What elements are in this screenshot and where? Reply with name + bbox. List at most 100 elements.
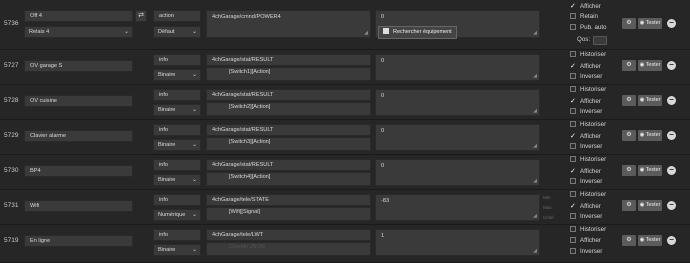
check-historiser[interactable]: Historiser bbox=[570, 51, 606, 58]
test-button[interactable]: ◉ Tester bbox=[638, 60, 662, 71]
check-inverser[interactable]: Inverser bbox=[570, 248, 602, 255]
check-historiser[interactable]: Historiser bbox=[570, 226, 606, 233]
command-subtype-select[interactable]: Binaire ⌄ bbox=[153, 104, 201, 116]
command-name-input[interactable]: En ligne bbox=[24, 235, 133, 247]
unit-input[interactable]: Unité bbox=[543, 215, 561, 225]
command-type-input[interactable]: info bbox=[153, 54, 201, 66]
check-inverser[interactable]: Inverser bbox=[570, 108, 602, 115]
command-type-input[interactable]: info bbox=[153, 159, 201, 171]
qos-input[interactable] bbox=[593, 36, 607, 45]
checkbox[interactable] bbox=[570, 248, 576, 254]
command-subtype-select[interactable]: Numérique ⌄ bbox=[153, 209, 201, 221]
configure-button[interactable]: ⚙ bbox=[622, 130, 636, 141]
command-value-textarea[interactable]: 0 ◢ bbox=[375, 54, 540, 81]
command-name-input[interactable]: Off 4 bbox=[24, 10, 133, 22]
command-name-input[interactable]: Clavier alarme bbox=[24, 130, 133, 142]
command-topic-input[interactable]: 4chGarage/tele/LWT bbox=[206, 229, 371, 241]
configure-button[interactable]: ⚙ bbox=[622, 95, 636, 106]
command-name-input[interactable]: OV garage S bbox=[24, 60, 133, 72]
command-value-textarea[interactable]: 0 ◢ bbox=[375, 159, 540, 186]
checkbox[interactable] bbox=[570, 86, 576, 92]
check-historiser[interactable]: Historiser bbox=[570, 156, 606, 163]
command-topic-textarea[interactable]: 4chGarage/cmnd/POWER4 ◢ bbox=[206, 10, 371, 38]
checkbox[interactable] bbox=[570, 213, 576, 219]
test-button[interactable]: ◉ Tester bbox=[638, 130, 662, 141]
checkbox[interactable] bbox=[570, 24, 576, 30]
configure-button[interactable]: ⚙ bbox=[622, 18, 636, 29]
configure-button[interactable]: ⚙ bbox=[622, 165, 636, 176]
remove-button[interactable]: − bbox=[667, 131, 676, 140]
test-button[interactable]: ◉ Tester bbox=[638, 200, 662, 211]
check-retain[interactable]: Retain bbox=[570, 13, 598, 20]
test-button[interactable]: ◉ Tester bbox=[638, 235, 662, 246]
command-subtype-select[interactable]: Défaut ⌄ bbox=[153, 26, 201, 38]
command-subtype-select[interactable]: Binaire ⌄ bbox=[153, 244, 201, 256]
check-historiser[interactable]: Historiser bbox=[570, 86, 606, 93]
check-afficher[interactable]: ✓ Afficher bbox=[570, 202, 601, 210]
check-inverser[interactable]: Inverser bbox=[570, 143, 602, 150]
check-pub-auto[interactable]: Pub. auto bbox=[570, 24, 607, 31]
check-afficher[interactable]: ✓ Afficher bbox=[570, 97, 601, 105]
command-subtype-select[interactable]: Binaire ⌄ bbox=[153, 139, 201, 151]
min-input[interactable]: Min bbox=[543, 195, 561, 205]
command-topic-input[interactable]: 4chGarage/stat/RESULT bbox=[206, 124, 371, 136]
search-equipment-tooltip[interactable]: Rechercher équipement bbox=[378, 26, 457, 39]
test-button[interactable]: ◉ Tester bbox=[638, 165, 662, 176]
command-topic-input[interactable]: 4chGarage/tele/STATE bbox=[206, 194, 371, 206]
command-value-textarea[interactable]: 0 ◢ bbox=[375, 89, 540, 116]
command-type-input[interactable]: info bbox=[153, 124, 201, 136]
check-historiser[interactable]: Historiser bbox=[570, 191, 606, 198]
check-inverser[interactable]: Inverser bbox=[570, 178, 602, 185]
test-button[interactable]: ◉ Tester bbox=[638, 95, 662, 106]
check-afficher[interactable]: ✓ Afficher bbox=[570, 167, 601, 175]
command-template-textarea[interactable]: [Switch3][Action] bbox=[206, 137, 371, 151]
checkbox[interactable] bbox=[570, 51, 576, 57]
check-inverser[interactable]: Inverser bbox=[570, 213, 602, 220]
checkbox[interactable] bbox=[570, 143, 576, 149]
remove-button[interactable]: − bbox=[667, 166, 676, 175]
checkbox[interactable] bbox=[570, 191, 576, 197]
command-type-input[interactable]: action bbox=[153, 10, 201, 22]
check-afficher[interactable]: ✓ Afficher bbox=[570, 2, 601, 10]
checkbox[interactable] bbox=[570, 156, 576, 162]
command-subtype-select[interactable]: Binaire ⌄ bbox=[153, 69, 201, 81]
command-type-input[interactable]: info bbox=[153, 194, 201, 206]
command-type-input[interactable]: info bbox=[153, 229, 201, 241]
check-inverser[interactable]: Inverser bbox=[570, 73, 602, 80]
checkbox[interactable] bbox=[570, 108, 576, 114]
command-name-input[interactable]: BP4 bbox=[24, 165, 133, 177]
command-value-textarea[interactable]: -83 ◢ bbox=[375, 194, 540, 221]
command-type-input[interactable]: info bbox=[153, 89, 201, 101]
checkbox[interactable] bbox=[570, 226, 576, 232]
configure-button[interactable]: ⚙ bbox=[622, 200, 636, 211]
command-template-textarea[interactable]: [Wifi][Signal] bbox=[206, 207, 371, 221]
command-name-input[interactable]: Wifi bbox=[24, 200, 133, 212]
remove-button[interactable]: − bbox=[667, 96, 676, 105]
remove-button[interactable]: − bbox=[667, 19, 676, 28]
checkbox[interactable] bbox=[570, 13, 576, 19]
remove-button[interactable]: − bbox=[667, 61, 676, 70]
swap-icon[interactable]: ⇄ bbox=[135, 10, 147, 22]
command-name-input[interactable]: OV cuisine bbox=[24, 95, 133, 107]
remove-button[interactable]: − bbox=[667, 236, 676, 245]
check-historiser[interactable]: Historiser bbox=[570, 121, 606, 128]
configure-button[interactable]: ⚙ bbox=[622, 60, 636, 71]
command-template-textarea[interactable]: [Switch4][Action] bbox=[206, 172, 371, 186]
configure-button[interactable]: ⚙ bbox=[622, 235, 636, 246]
command-template-textarea[interactable]: [Switch2][Action] bbox=[206, 102, 371, 116]
checkbox[interactable] bbox=[570, 121, 576, 127]
checkbox[interactable] bbox=[570, 178, 576, 184]
remove-button[interactable]: − bbox=[667, 201, 676, 210]
command-topic-input[interactable]: 4chGarage/stat/RESULT bbox=[206, 89, 371, 101]
check-afficher[interactable]: Afficher bbox=[570, 237, 601, 244]
command-topic-input[interactable]: 4chGarage/stat/RESULT bbox=[206, 159, 371, 171]
command-template-textarea[interactable]: [Switch1][Action] bbox=[206, 67, 371, 81]
max-input[interactable]: Max bbox=[543, 205, 561, 215]
checkbox[interactable] bbox=[570, 73, 576, 79]
check-afficher[interactable]: ✓ Afficher bbox=[570, 132, 601, 140]
command-value-textarea[interactable]: 0 ◢ bbox=[375, 124, 540, 151]
command-template-textarea[interactable]: Chemin JSON bbox=[206, 242, 371, 256]
command-topic-input[interactable]: 4chGarage/stat/RESULT bbox=[206, 54, 371, 66]
test-button[interactable]: ◉ Tester bbox=[638, 18, 662, 29]
command-subtype-select[interactable]: Binaire ⌄ bbox=[153, 174, 201, 186]
